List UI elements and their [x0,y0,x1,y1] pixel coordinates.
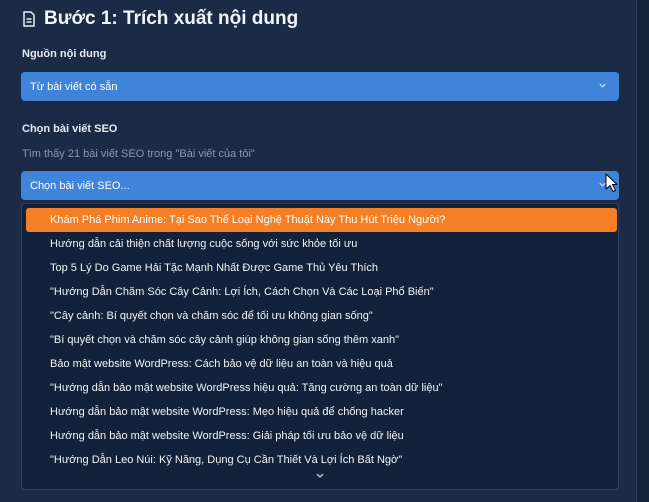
step-title-text: Bước 1: Trích xuất nội dung [44,8,299,29]
mouse-cursor-icon [605,173,618,198]
seo-option-item[interactable]: "Hướng Dẫn Chăm Sóc Cây Cảnh: Lợi Ích, C… [26,280,617,304]
seo-select[interactable]: Chọn bài viết SEO... [21,171,619,200]
seo-option-item[interactable]: "Bí quyết chọn và chăm sóc cây cảnh giúp… [26,328,617,352]
seo-option-item[interactable]: Hướng dẫn cải thiện chất lượng cuộc sống… [26,232,617,256]
seo-option-item[interactable]: Bảo mật website WordPress: Cách bảo vệ d… [26,352,617,376]
seo-label: Chọn bài viết SEO [22,123,118,135]
chevron-down-icon [598,81,607,93]
seo-select-value: Chọn bài viết SEO... [30,179,130,192]
seo-option-item[interactable]: Hướng dẫn bảo mật website WordPress: Giả… [26,424,617,448]
document-icon [22,11,36,27]
step-title: Bước 1: Trích xuất nội dung [22,6,298,32]
scroll-down-icon[interactable] [315,467,325,485]
seo-dropdown-list[interactable]: Khám Phá Phim Anime: Tại Sao Thể Loại Ng… [21,203,619,490]
seo-option-item[interactable]: "Cây cảnh: Bí quyết chọn và chăm sóc để … [26,304,617,328]
seo-option-item[interactable]: Hướng dẫn bảo mật website WordPress: Mẹo… [26,400,617,424]
seo-option-item[interactable]: "Hướng dẫn bảo mật website WordPress hiệ… [26,376,617,400]
seo-option-item[interactable]: Top 5 Lý Do Game Hải Tặc Mạnh Nhất Được … [26,256,617,280]
step-panel: Bước 1: Trích xuất nội dung Nguồn nội du… [0,0,637,502]
seo-hint: Tìm thấy 21 bài viết SEO trong "Bài viết… [22,148,255,160]
source-label: Nguồn nội dung [22,48,107,60]
source-select-value: Từ bài viết có sẵn [30,80,118,93]
seo-option-item[interactable]: Khám Phá Phim Anime: Tại Sao Thể Loại Ng… [26,208,617,232]
source-select[interactable]: Từ bài viết có sẵn [21,72,619,101]
